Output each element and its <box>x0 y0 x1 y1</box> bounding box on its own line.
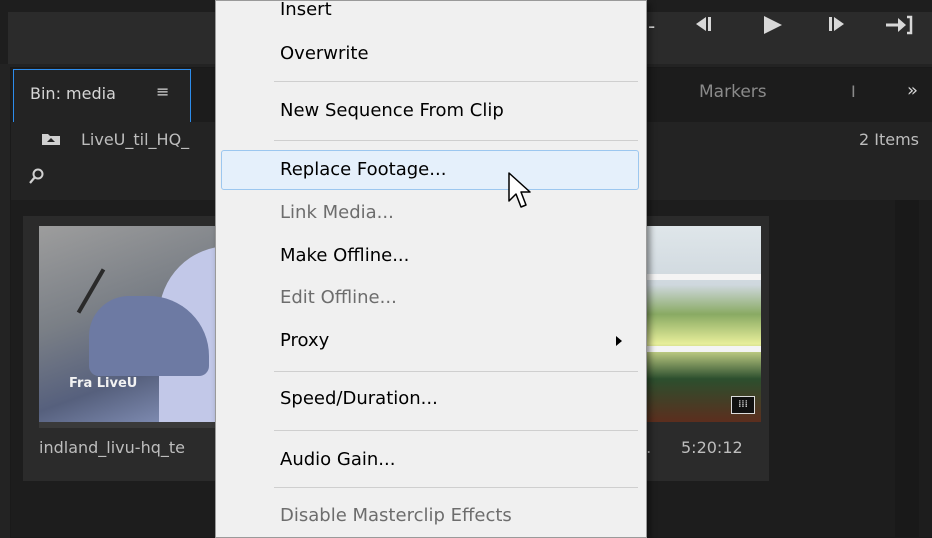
menu-item-label: Overwrite <box>280 43 369 64</box>
menu-item-make-offline[interactable]: Make Offline... <box>216 237 644 275</box>
menu-separator <box>274 81 638 82</box>
menu-item-replace-footage[interactable]: Replace Footage... <box>221 150 639 190</box>
menu-separator <box>274 140 638 141</box>
mouse-cursor-icon <box>508 172 531 208</box>
play-icon[interactable] <box>760 14 784 41</box>
menu-item-edit-offline[interactable]: Edit Offline... <box>216 279 644 317</box>
clip-item[interactable]: ⁞⁞⁞ .. 5:20:12 <box>639 216 769 481</box>
clip-thumbnail[interactable]: ⁞⁞⁞ <box>639 226 761 422</box>
step-back-icon[interactable] <box>692 14 714 39</box>
clip-scrub-bar[interactable] <box>39 422 231 428</box>
menu-item-label: Insert <box>280 0 332 20</box>
menu-item-overwrite[interactable]: Overwrite <box>216 35 644 73</box>
scrollbar[interactable] <box>895 200 919 537</box>
menu-item-label: Make Offline... <box>280 245 410 266</box>
menu-item-label: Replace Footage... <box>280 159 447 180</box>
menu-item-speed-duration[interactable]: Speed/Duration... <box>216 380 644 418</box>
menu-item-disable-masterclip-effects[interactable]: Disable Masterclip Effects <box>216 497 644 535</box>
menu-item-link-media[interactable]: Link Media... <box>216 194 644 232</box>
submenu-arrow-icon <box>616 336 622 346</box>
menu-item-new-sequence-from-clip[interactable]: New Sequence From Clip <box>216 92 644 130</box>
clip-thumbnail[interactable]: Fra LiveU <box>39 226 231 422</box>
item-count: 2 Items <box>858 130 919 149</box>
thumbnail-caption: Fra LiveU <box>69 376 138 391</box>
tab-bin-media[interactable]: Bin: media ≡ <box>13 69 191 123</box>
tab-clipped[interactable]: I <box>851 82 856 101</box>
menu-separator <box>274 430 638 431</box>
context-menu: Insert Overwrite New Sequence From Clip … <box>215 0 647 538</box>
menu-separator <box>274 371 638 372</box>
menu-item-label: Edit Offline... <box>280 287 397 308</box>
thumbnail-detail <box>639 346 761 352</box>
tab-bin-media-label: Bin: media <box>30 84 116 103</box>
menu-item-label: Speed/Duration... <box>280 388 438 409</box>
step-forward-icon[interactable] <box>826 14 848 39</box>
clip-duration: 5:20:12 <box>681 438 743 457</box>
audio-video-icon: ⁞⁞⁞ <box>731 396 755 414</box>
menu-separator <box>274 487 638 488</box>
menu-item-label: Disable Masterclip Effects <box>280 505 512 526</box>
thumbnail-detail <box>639 274 761 280</box>
search-input[interactable] <box>55 164 239 192</box>
clip-name: indland_livu-hq_te <box>39 438 185 457</box>
menu-item-proxy[interactable]: Proxy <box>216 322 644 360</box>
minus-icon[interactable]: - <box>648 14 655 38</box>
folder-up-icon[interactable] <box>41 132 61 146</box>
tab-overflow-icon[interactable]: » <box>907 80 918 101</box>
bin-path: LiveU_til_HQ_ <box>81 130 190 149</box>
panel-menu-icon[interactable]: ≡ <box>156 82 169 101</box>
search-icon <box>29 168 44 184</box>
menu-item-label: Audio Gain... <box>280 449 396 470</box>
menu-item-label: New Sequence From Clip <box>280 100 504 121</box>
menu-item-label: Proxy <box>280 330 330 351</box>
tab-markers[interactable]: Markers <box>699 82 767 102</box>
go-to-out-icon[interactable] <box>884 14 914 41</box>
clip-item[interactable]: Fra LiveU indland_livu-hq_te <box>23 216 231 481</box>
menu-item-label: Link Media... <box>280 202 394 223</box>
menu-item-audio-gain[interactable]: Audio Gain... <box>216 441 644 479</box>
menu-item-insert[interactable]: Insert <box>216 0 644 29</box>
